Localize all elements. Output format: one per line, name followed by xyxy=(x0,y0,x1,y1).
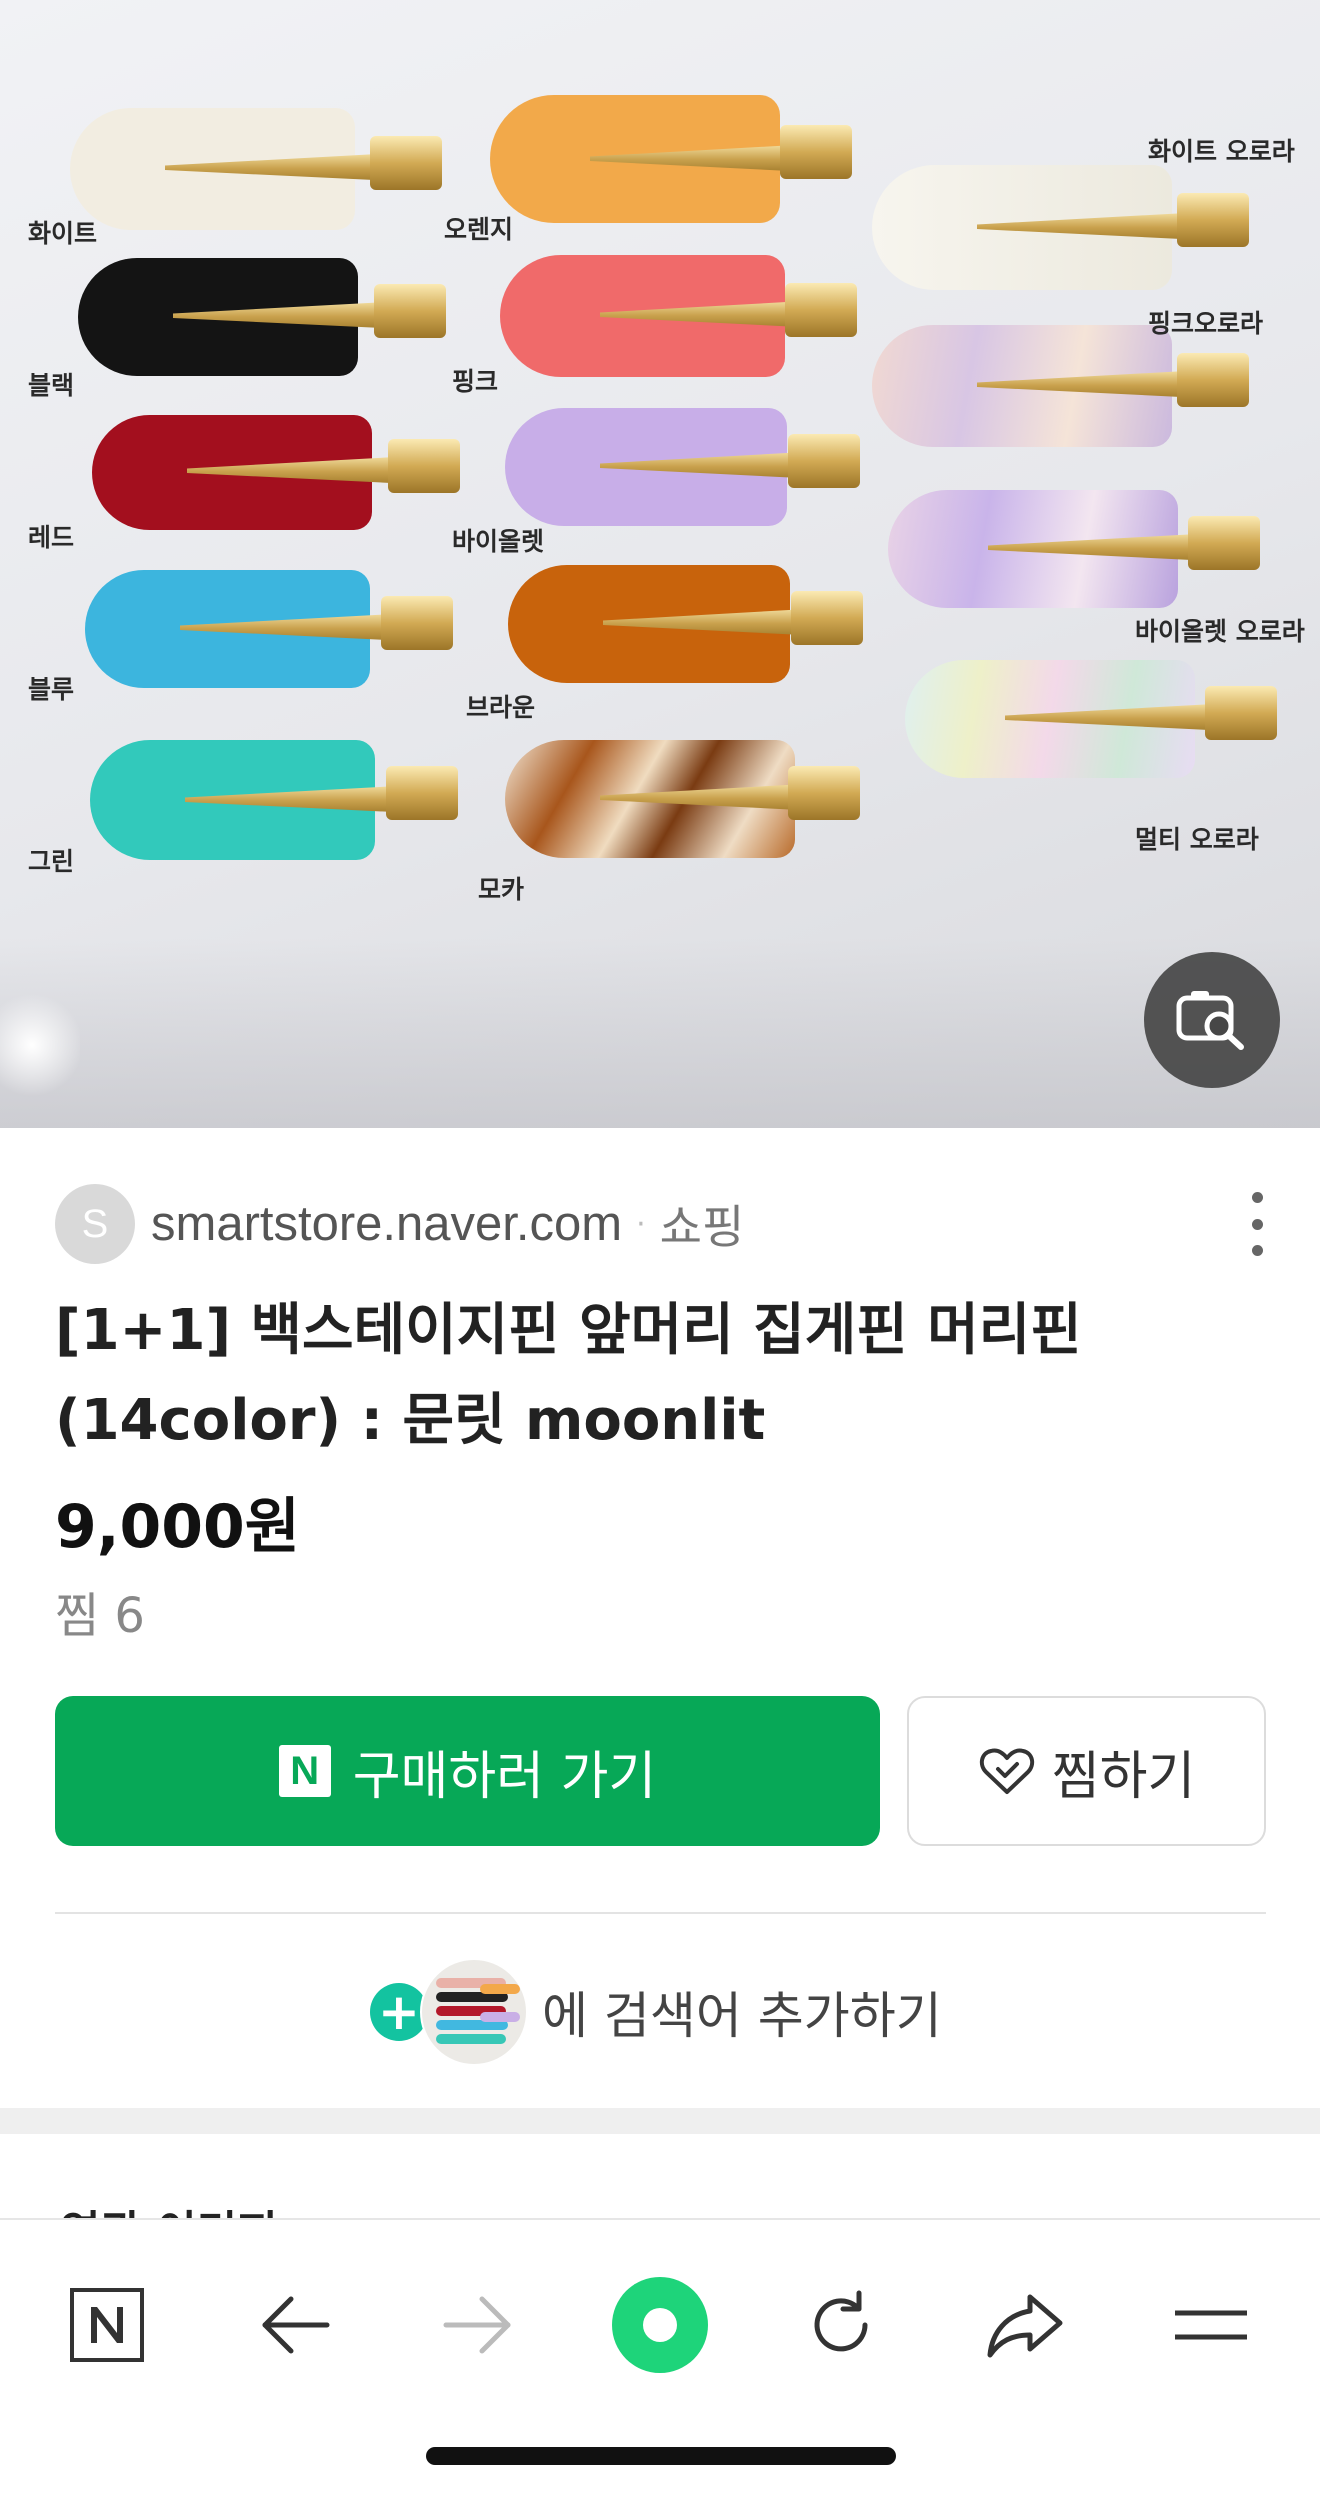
buy-button-label: 구매하러 가기 xyxy=(352,1746,657,1807)
hair-clip-blue xyxy=(85,570,457,688)
reload-button[interactable] xyxy=(786,2270,896,2380)
hair-clip-white xyxy=(70,108,445,230)
product-price: 9,000원 xyxy=(55,1492,300,1562)
clip-label: 핑크오로라 xyxy=(1148,309,1264,338)
image-glare xyxy=(0,990,80,1100)
naver-pay-icon: N xyxy=(278,1745,331,1797)
clip-label: 브라운 xyxy=(466,693,536,722)
arrow-left-icon xyxy=(262,2296,330,2354)
lens-search-button[interactable] xyxy=(1144,952,1280,1088)
clip-label: 바이올렛 xyxy=(452,527,545,556)
product-title[interactable]: [1+1] 백스테이지핀 앞머리 집게핀 머리핀 (14color) : 문릿 … xyxy=(55,1286,1280,1466)
share-arrow-icon xyxy=(987,2294,1063,2358)
back-button[interactable] xyxy=(240,2270,350,2380)
clip-label: 화이트 오로라 xyxy=(1148,137,1295,166)
hair-clip-orange xyxy=(490,95,855,223)
green-dot-icon xyxy=(612,2277,708,2373)
clip-label: 오렌지 xyxy=(444,215,514,244)
hamburger-menu-icon xyxy=(1175,2310,1247,2340)
clip-label: 레드 xyxy=(28,523,75,552)
clip-label: 블루 xyxy=(28,675,75,704)
search-result-page: 화이트 블랙 레드 블루 그린 오렌지 핑크 바이올렛 브라운 모카 화이트 오… xyxy=(0,0,1320,2505)
hair-clip-green xyxy=(90,740,462,860)
share-button[interactable] xyxy=(970,2270,1080,2380)
hair-clip-mocha xyxy=(505,740,865,858)
clip-label: 멀티 오로라 xyxy=(1135,825,1259,854)
reload-icon xyxy=(814,2290,868,2352)
camera-search-icon xyxy=(1176,991,1244,1050)
hair-clip-multi-aurora xyxy=(905,660,1285,778)
add-keyword-label: 에 검색어 추가하기 xyxy=(542,1987,942,2045)
clip-label: 화이트 xyxy=(28,219,98,248)
source-separator: · xyxy=(636,1206,646,1242)
source-category: 쇼핑 xyxy=(659,1200,745,1254)
hair-clip-pink-aurora xyxy=(872,325,1257,447)
heart-check-icon xyxy=(979,1748,1034,1794)
keyword-thumbnail xyxy=(420,1958,528,2066)
forward-button[interactable] xyxy=(423,2270,533,2380)
home-indicator[interactable] xyxy=(426,2447,896,2465)
hair-clip-red xyxy=(92,415,462,530)
green-dot-button[interactable] xyxy=(605,2270,715,2380)
naver-home-button[interactable] xyxy=(52,2270,162,2380)
add-search-keyword[interactable]: + 에 검색어 추가하기 xyxy=(370,1957,942,2067)
buy-button[interactable]: N 구매하러 가기 xyxy=(55,1696,880,1846)
clip-label: 블랙 xyxy=(28,371,75,400)
divider xyxy=(55,1912,1266,1914)
section-separator xyxy=(0,2108,1320,2134)
hair-clip-white-aurora xyxy=(872,165,1257,290)
hair-clip-black xyxy=(78,258,450,376)
wish-button-label: 찜하기 xyxy=(1051,1746,1196,1807)
hair-clip-violet-aurora xyxy=(888,490,1268,608)
image-shadow xyxy=(0,938,1320,1128)
hair-clip-violet xyxy=(505,408,863,526)
menu-button[interactable] xyxy=(1156,2270,1266,2380)
hair-clip-pink xyxy=(500,255,860,377)
hair-clip-brown xyxy=(508,565,866,683)
clip-label: 모카 xyxy=(478,875,525,904)
source-row[interactable]: S smartstore.naver.com · 쇼핑 xyxy=(55,1184,1275,1264)
naver-n-icon xyxy=(70,2288,144,2362)
wish-count: 찜 6 xyxy=(55,1588,145,1644)
clip-label: 핑크 xyxy=(452,367,499,396)
source-site[interactable]: smartstore.naver.com xyxy=(151,1196,622,1252)
more-options-icon[interactable] xyxy=(1239,1192,1275,1256)
wish-button[interactable]: 찜하기 xyxy=(907,1696,1266,1846)
source-avatar: S xyxy=(55,1184,135,1264)
clip-label: 바이올렛 오로라 xyxy=(1135,617,1305,646)
arrow-right-icon xyxy=(443,2296,511,2354)
clip-label: 그린 xyxy=(28,847,75,876)
related-images-heading: 연관 이미지 xyxy=(60,2196,860,2220)
product-image[interactable]: 화이트 블랙 레드 블루 그린 오렌지 핑크 바이올렛 브라운 모카 화이트 오… xyxy=(0,0,1320,1128)
